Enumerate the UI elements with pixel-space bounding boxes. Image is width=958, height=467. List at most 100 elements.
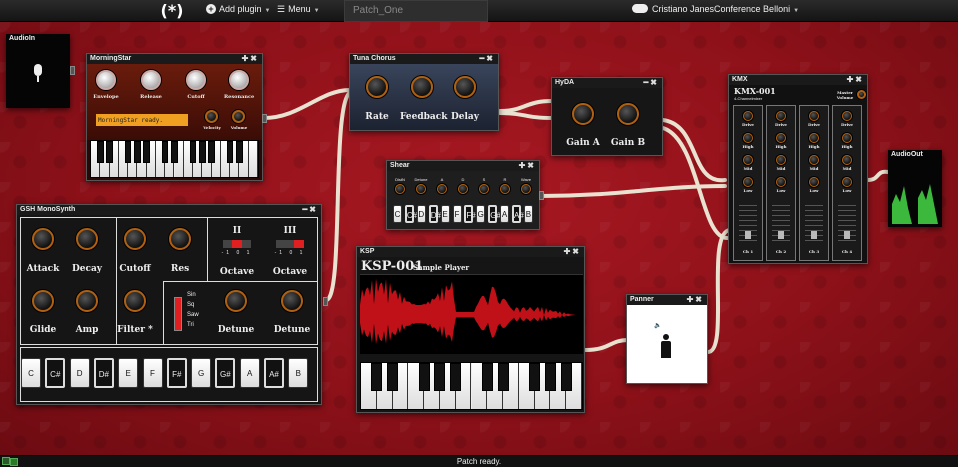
morningstar-module[interactable]: MorningStar ✚✖ Envelope Release Cutoff Re… <box>86 53 267 181</box>
velocity-knob[interactable] <box>205 110 218 123</box>
gsh-monosynth-module[interactable]: GSH MonoSynth ━✖ Attack Decay Glide Amp C… <box>16 204 328 405</box>
key-d[interactable]: D <box>69 358 90 388</box>
channel-knob[interactable] <box>776 111 786 121</box>
black-key[interactable] <box>387 363 399 391</box>
rate-knob[interactable] <box>366 76 388 98</box>
octave-switch-iii[interactable] <box>276 240 304 248</box>
black-key[interactable] <box>434 363 446 391</box>
key-e[interactable]: E <box>118 358 139 388</box>
shear-knob[interactable] <box>500 184 510 194</box>
key-e[interactable]: E <box>440 205 450 223</box>
gain-b-knob[interactable] <box>617 103 639 125</box>
key-fsharp[interactable]: F# <box>464 205 476 223</box>
listener-head[interactable] <box>663 334 669 340</box>
window-controls[interactable]: ✚✖ <box>519 161 536 170</box>
channel-knob[interactable] <box>776 155 786 165</box>
gsh-keyboard[interactable]: C C# D D# E F F# G G# A A# B <box>20 347 318 402</box>
window-controls[interactable]: ✚✖ <box>847 75 864 84</box>
output-port[interactable] <box>262 114 267 123</box>
shear-knob[interactable] <box>395 184 405 194</box>
black-key[interactable] <box>143 141 150 163</box>
key-d[interactable]: D <box>416 205 426 223</box>
add-plugin-button[interactable]: + Add plugin ▼ <box>206 4 271 14</box>
envelope-knob[interactable] <box>96 70 116 90</box>
channel-knob[interactable] <box>743 111 753 121</box>
panner-module[interactable]: Panner ✚✖ 🔈 <box>626 294 708 384</box>
channel-knob[interactable] <box>743 155 753 165</box>
black-key[interactable] <box>544 363 556 391</box>
res-knob[interactable] <box>169 228 191 250</box>
key-gsharp[interactable]: G# <box>488 205 501 223</box>
channel-knob[interactable] <box>743 177 753 187</box>
key-asharp[interactable]: A# <box>264 358 284 388</box>
key-b[interactable]: B <box>523 205 533 223</box>
black-key[interactable] <box>450 363 462 391</box>
output-port[interactable] <box>323 297 328 306</box>
channel-knob[interactable] <box>809 133 819 143</box>
user-menu[interactable]: Cristiano JanesConference Belloni ▼ <box>632 4 799 14</box>
key-a[interactable]: A <box>239 358 260 388</box>
key-a[interactable]: A <box>500 205 510 223</box>
black-key[interactable] <box>134 141 141 163</box>
key-gsharp[interactable]: G# <box>215 358 236 388</box>
piano-keyboard[interactable] <box>360 362 583 410</box>
black-key[interactable] <box>97 141 104 163</box>
wave-option[interactable]: Sin <box>187 290 199 300</box>
channel-knob[interactable] <box>842 177 852 187</box>
key-g[interactable]: G <box>191 358 212 388</box>
tuna-chorus-module[interactable]: Tuna Chorus ━✖ Rate Feedback Delay <box>349 53 499 131</box>
hyda-module[interactable]: HyDA ━✖ Gain A Gain B <box>551 77 663 156</box>
key-f[interactable]: F <box>452 205 462 223</box>
audioin-module[interactable]: AudioIn <box>6 34 75 108</box>
black-key[interactable] <box>481 363 493 391</box>
wave-option[interactable]: Tri <box>187 320 199 330</box>
key-c[interactable]: C <box>21 358 41 388</box>
white-key[interactable] <box>248 141 258 177</box>
channel-knob[interactable] <box>842 111 852 121</box>
black-key[interactable] <box>124 141 132 163</box>
black-key[interactable] <box>560 363 572 391</box>
filter-knob[interactable] <box>124 290 146 312</box>
output-port[interactable] <box>70 66 75 75</box>
channel-knob[interactable] <box>809 155 819 165</box>
channel-knob[interactable] <box>776 177 786 187</box>
channel-knob[interactable] <box>776 133 786 143</box>
key-dsharp[interactable]: D# <box>428 205 441 223</box>
black-key[interactable] <box>171 141 178 163</box>
black-key[interactable] <box>106 141 113 163</box>
gain-a-knob[interactable] <box>572 103 594 125</box>
channel-knob[interactable] <box>842 133 852 143</box>
piano-keyboard[interactable] <box>90 140 259 178</box>
window-controls[interactable]: ━✖ <box>643 78 659 87</box>
cutoff-knob[interactable] <box>186 70 206 90</box>
black-key[interactable] <box>226 141 234 163</box>
amp-knob[interactable] <box>76 290 98 312</box>
cutoff-knob[interactable] <box>124 228 146 250</box>
attack-knob[interactable] <box>32 228 54 250</box>
fader-handle[interactable] <box>811 231 817 239</box>
key-c[interactable]: C <box>393 205 402 223</box>
shear-knob[interactable] <box>521 184 531 194</box>
listener-icon[interactable] <box>661 341 671 358</box>
wave-selector[interactable] <box>174 297 182 331</box>
key-fsharp[interactable]: F# <box>166 358 187 388</box>
resonance-knob[interactable] <box>229 70 249 90</box>
key-g[interactable]: G <box>476 205 486 223</box>
key-csharp[interactable]: C# <box>45 358 66 388</box>
volume-knob[interactable] <box>232 110 245 123</box>
window-controls[interactable]: ━✖ <box>479 54 495 63</box>
detune-iii-knob[interactable] <box>281 290 303 312</box>
key-b[interactable]: B <box>288 358 309 388</box>
kmx-module[interactable]: KMX ✚✖ KMX-001 4-Channelmixer Master Volu… <box>728 74 868 264</box>
shear-knob[interactable] <box>437 184 447 194</box>
shear-knob[interactable] <box>479 184 489 194</box>
key-asharp[interactable]: A# <box>512 205 524 223</box>
black-key[interactable] <box>208 141 215 163</box>
patch-name-input[interactable]: Patch_One <box>344 0 488 22</box>
window-controls[interactable]: ✚✖ <box>564 247 581 256</box>
window-controls[interactable]: ━✖ <box>302 205 318 214</box>
key-csharp[interactable]: C# <box>404 205 417 223</box>
feedback-knob[interactable] <box>411 76 433 98</box>
wave-option[interactable]: Saw <box>187 310 199 320</box>
key-f[interactable]: F <box>142 358 163 388</box>
